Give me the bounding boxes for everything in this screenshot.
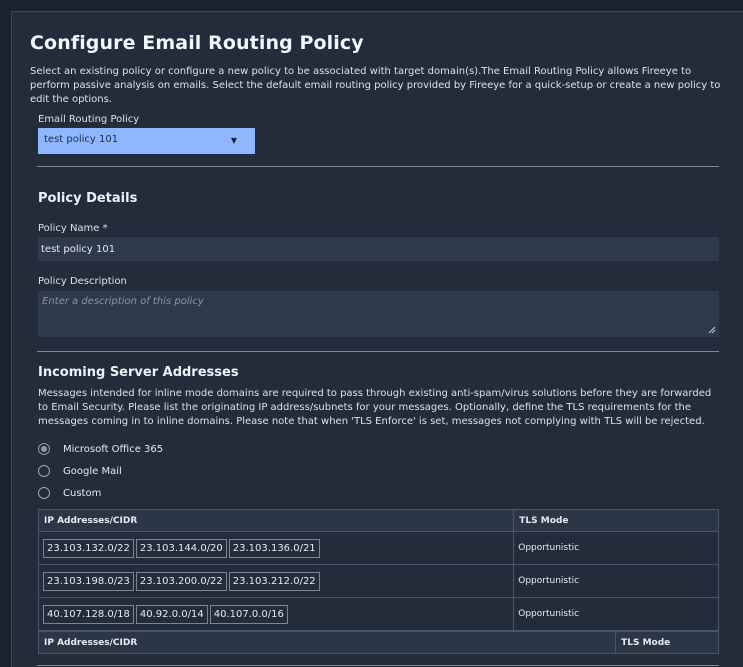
table-header-row: IP Addresses/CIDR TLS Mode [37,509,719,532]
ip-address-table-custom: IP Addresses/CIDR TLS Mode [37,631,719,654]
policy-details-heading: Policy Details [38,191,138,206]
ip-cell: 40.107.128.0/18 40.92.0.0/14 40.107.0.0/16 [37,597,515,631]
routing-policy-panel: Configure Email Routing Policy Select an… [11,11,743,667]
ip-chip[interactable]: 23.103.198.0/23 [43,571,134,591]
ip-chip[interactable]: 40.92.0.0/14 [135,604,208,624]
routing-policy-select[interactable]: test policy 101 ▼ [38,128,255,154]
ip-chip[interactable]: 23.103.144.0/20 [135,538,227,558]
radio-label: Microsoft Office 365 [63,443,164,455]
radio-button-selected[interactable] [38,443,50,455]
ip-address-table: IP Addresses/CIDR TLS Mode 23.103.132.0/… [37,509,719,631]
routing-policy-label: Email Routing Policy [38,114,140,125]
radio-custom[interactable]: Custom [38,487,101,499]
tls-mode-cell: Opportunistic [513,597,719,631]
ip-chip[interactable]: 23.103.136.0/21 [228,538,320,558]
divider [37,665,719,666]
column-header-ip: IP Addresses/CIDR [37,631,617,654]
incoming-server-description: Messages intended for inline mode domain… [38,388,712,427]
radio-label: Google Mail [63,465,122,477]
radio-button[interactable] [38,465,50,477]
intro-text: Select an existing policy or configure a… [30,66,721,105]
divider [37,166,719,167]
policy-description-input[interactable]: Enter a description of this policy [38,291,719,337]
radio-label: Custom [63,487,102,499]
ip-chip[interactable]: 23.103.212.0/22 [228,571,320,591]
policy-name-input[interactable]: test policy 101 [38,237,719,261]
column-header-ip: IP Addresses/CIDR [37,509,515,532]
page-title: Configure Email Routing Policy [30,32,364,54]
tls-mode-cell: Opportunistic [513,564,719,598]
ip-chip[interactable]: 23.103.200.0/22 [135,571,227,591]
ip-chip[interactable]: 23.103.132.0/22 [43,538,134,558]
policy-description-placeholder: Enter a description of this policy [42,296,204,307]
routing-policy-value: test policy 101 [44,134,119,145]
ip-chip[interactable]: 40.107.128.0/18 [43,604,134,624]
column-header-tls: TLS Mode [513,509,719,532]
ip-chip[interactable]: 40.107.0.0/16 [209,604,288,624]
policy-name-label: Policy Name * [38,223,108,234]
radio-microsoft-office-365[interactable]: Microsoft Office 365 [38,443,163,455]
tls-mode-cell: Opportunistic [513,531,719,565]
ip-cell: 23.103.132.0/22 23.103.144.0/20 23.103.136… [37,531,515,565]
table-header-row: IP Addresses/CIDR TLS Mode [37,631,719,654]
policy-description-label: Policy Description [38,276,127,287]
ip-cell: 23.103.198.0/23 23.103.200.0/22 23.103.212… [37,564,515,598]
radio-google-mail[interactable]: Google Mail [38,465,122,477]
divider [37,351,719,352]
table-row: 40.107.128.0/18 40.92.0.0/14 40.107.0.0/16… [37,597,719,631]
table-row: 23.103.132.0/22 23.103.144.0/20 23.103.136… [37,531,719,565]
incoming-server-heading: Incoming Server Addresses [38,365,239,380]
radio-button[interactable] [38,487,50,499]
column-header-tls: TLS Mode [615,631,719,654]
chevron-down-icon: ▼ [230,136,237,145]
table-row: 23.103.198.0/23 23.103.200.0/22 23.103.212… [37,564,719,598]
resize-handle-icon[interactable] [708,326,716,334]
